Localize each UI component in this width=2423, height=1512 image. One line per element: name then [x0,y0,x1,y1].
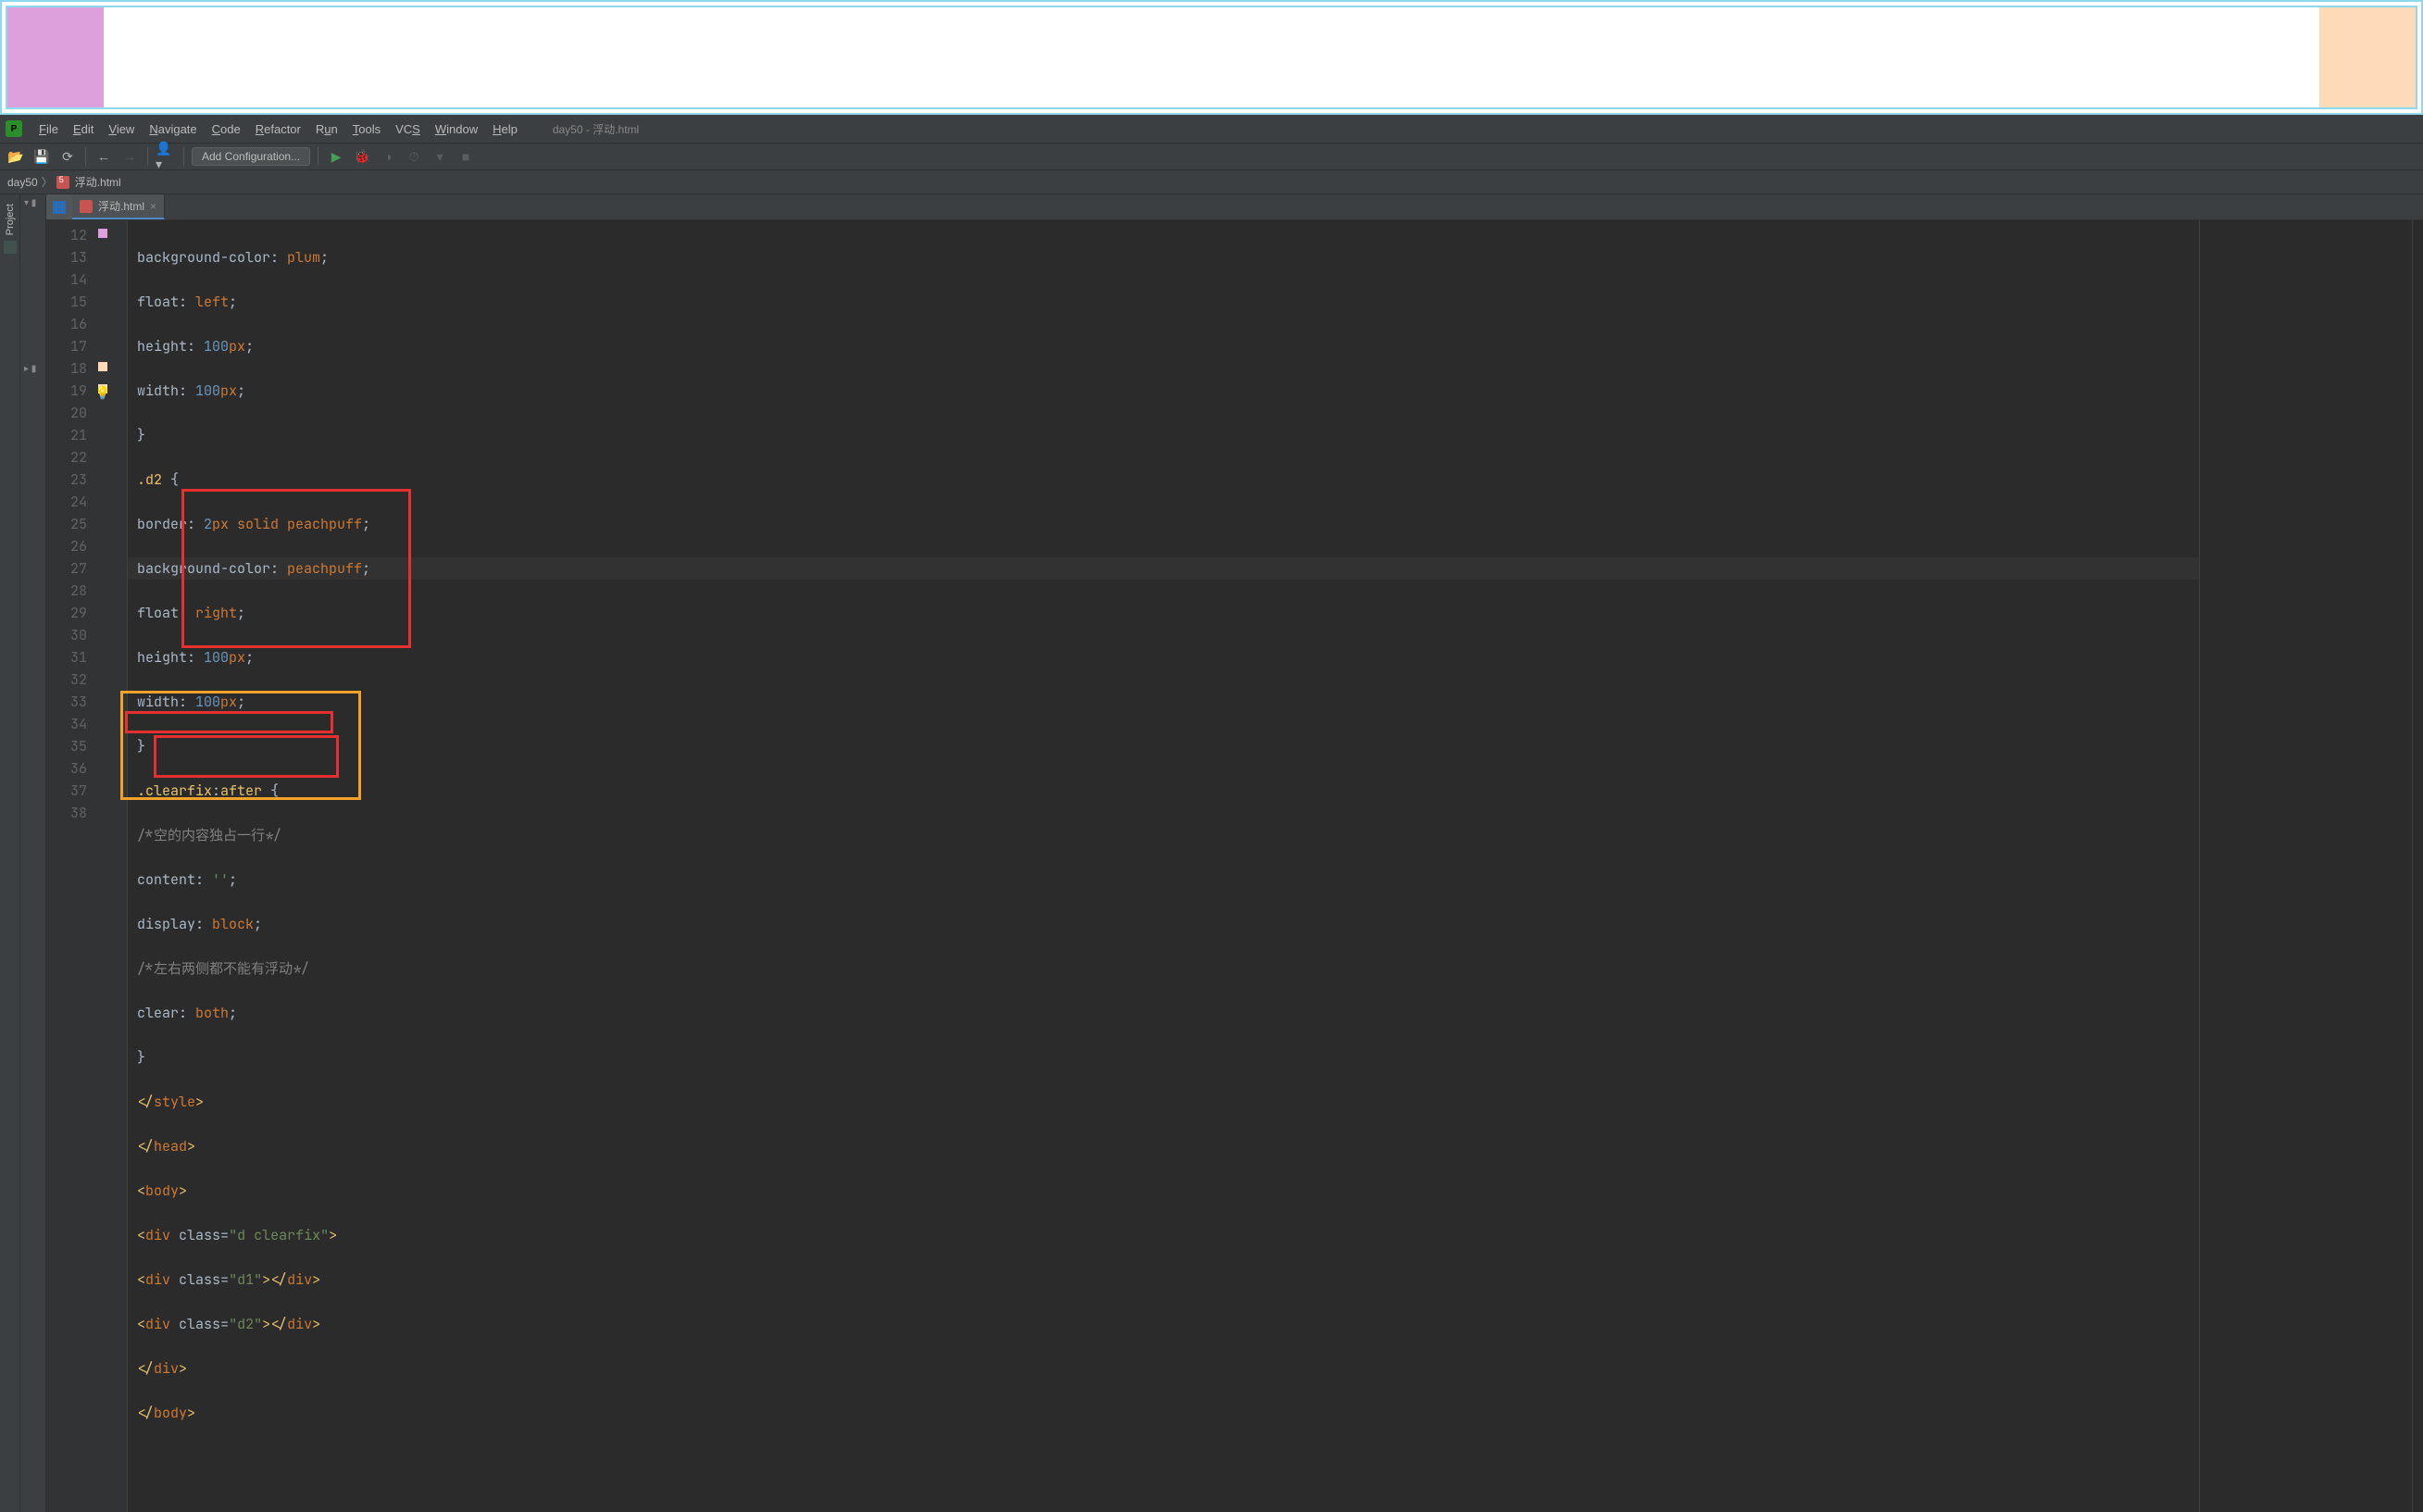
menu-refactor[interactable]: Refactor [248,122,308,136]
menu-run[interactable]: Run [308,122,345,136]
preview-container [6,6,2417,109]
menu-code[interactable]: Code [205,122,248,136]
breadcrumb-root[interactable]: day50 [7,176,38,189]
toolbar: 📂 💾 ⟳ ← → 👤▾ Add Configuration... ▶ 🐞 ◑ … [0,143,2423,170]
gutter-markers: 💡 [93,220,113,1512]
project-collapse-icon[interactable]: ▾ ▮ [20,194,45,212]
menu-navigate[interactable]: Navigate [142,122,204,136]
project-tool-button[interactable]: Project [5,204,16,235]
window-title: day50 - 浮动.html [553,121,639,137]
tab-label: 浮动.html [98,198,144,214]
html-file-icon [56,176,69,189]
menu-file[interactable]: File [31,122,66,136]
breadcrumb-file[interactable]: 浮动.html [75,174,121,190]
toolbar-separator [85,147,86,166]
menu-help[interactable]: Help [485,122,525,136]
menu-vcs[interactable]: VCS [388,122,428,136]
browser-preview [0,0,2423,115]
toolbar-separator [183,147,184,166]
project-expand-icon[interactable]: ▸ ▮ [20,360,45,378]
coverage-icon[interactable]: ◑ [378,146,398,167]
save-icon[interactable]: 💾 [31,146,52,167]
color-swatch-plum-icon[interactable] [98,229,107,238]
forward-icon[interactable]: → [119,146,140,167]
stop-icon[interactable]: ■ [456,146,476,167]
user-icon[interactable]: 👤▾ [156,146,176,167]
preview-box-peach [2319,7,2416,107]
code-area[interactable]: 12131415 16171819 20212223 24252627 2829… [46,220,2423,1512]
open-icon[interactable]: 📂 [6,146,26,167]
left-tool-strip: Project [0,194,20,1512]
fold-column [113,220,128,1512]
editor-tabs: 浮动.html × [46,194,2423,220]
html-file-icon [80,200,93,213]
error-stripe [2412,220,2423,1512]
debug-icon[interactable]: 🐞 [352,146,372,167]
annotation-red-box-div-open [125,711,333,733]
code-text[interactable]: background-color: plum; float: left; hei… [128,220,2199,1512]
breadcrumb: day50 〉 浮动.html [0,170,2423,194]
refresh-icon[interactable]: ⟳ [57,146,78,167]
tab-preview-icon[interactable] [46,194,72,219]
color-swatch-peach-icon[interactable] [98,362,107,371]
back-icon[interactable]: ← [94,146,114,167]
menu-tools[interactable]: Tools [345,122,388,136]
main-area: Project ▾ ▮ ▸ ▮ 浮动.html × 12131415 [0,194,2423,1512]
menu-bar: P File Edit View Navigate Code Refactor … [0,115,2423,143]
close-icon[interactable]: × [150,200,156,213]
line-number-gutter: 12131415 16171819 20212223 24252627 2829… [46,220,93,1512]
ide-window: P File Edit View Navigate Code Refactor … [0,115,2423,1512]
menu-window[interactable]: Window [428,122,485,136]
structure-tool-icon[interactable] [4,241,17,254]
add-configuration-button[interactable]: Add Configuration... [192,147,310,166]
menu-edit[interactable]: Edit [66,122,101,136]
preview-box-plum [7,7,104,107]
tab-active[interactable]: 浮动.html × [72,194,165,219]
intention-bulb-icon[interactable]: 💡 [94,382,109,397]
chevron-right-icon: 〉 [42,174,53,190]
editor-right-margin [2199,220,2412,1512]
project-panel-collapsed: ▾ ▮ ▸ ▮ [20,194,46,1512]
run-icon[interactable]: ▶ [326,146,346,167]
app-logo-icon: P [6,120,22,137]
editor: 浮动.html × 12131415 16171819 20212223 242… [46,194,2423,1512]
profile-icon[interactable]: ⏱ [404,146,424,167]
attach-icon[interactable]: ▾ [430,146,450,167]
toolbar-separator [147,147,148,166]
menu-view[interactable]: View [101,122,142,136]
